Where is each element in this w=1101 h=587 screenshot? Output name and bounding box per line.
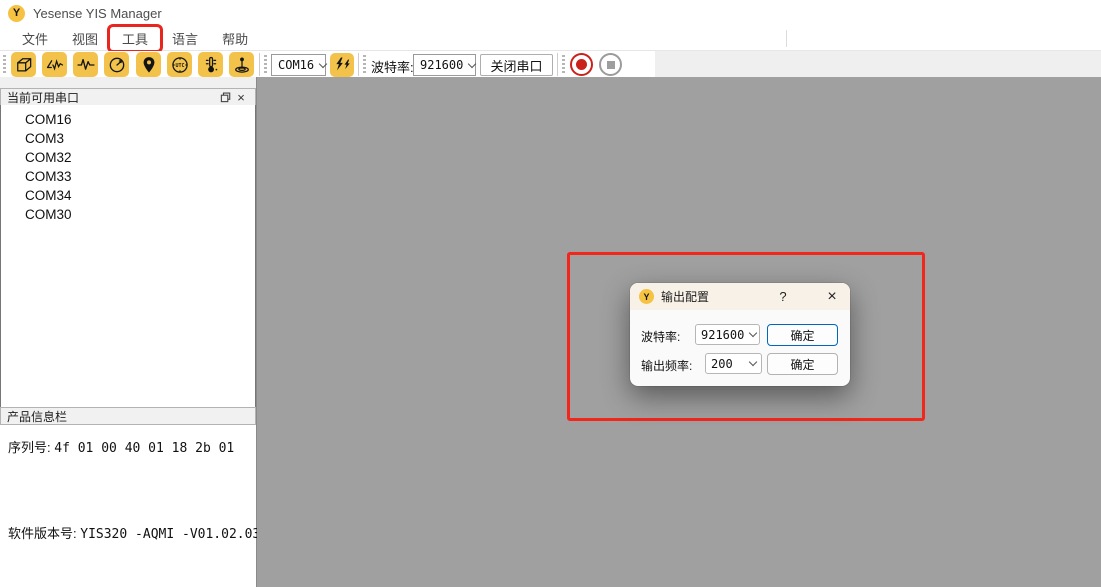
serial-number-label: 序列号: xyxy=(8,440,51,455)
toolbar-grip[interactable] xyxy=(562,55,565,74)
angle-waveform-button[interactable] xyxy=(42,52,67,77)
restore-icon xyxy=(220,92,231,103)
toolbar-grip[interactable] xyxy=(363,55,366,74)
toolbar: UTC xyxy=(0,51,1101,78)
menu-tools[interactable]: 工具 xyxy=(110,27,160,50)
port-list-item[interactable]: COM30 xyxy=(1,205,255,224)
view-3d-cube-button[interactable] xyxy=(11,52,36,77)
dialog-baud-value: 921600 xyxy=(701,328,744,342)
software-version-line: 软件版本号: YIS320 -AQMI -V01.02.03; xyxy=(8,523,268,542)
app-window: Y Yesense YIS Manager 文件 视图 工具 语言 帮助 xyxy=(0,0,1101,587)
cube-3d-icon xyxy=(14,55,34,75)
window-title: Yesense YIS Manager xyxy=(33,6,162,21)
baud-rate-select[interactable]: 921600 xyxy=(413,54,476,76)
menu-view[interactable]: 视图 xyxy=(60,27,110,50)
dialog-logo-icon: Y xyxy=(639,289,654,304)
port-list-item[interactable]: COM32 xyxy=(1,148,255,167)
svg-text:UTC: UTC xyxy=(175,62,184,68)
stop-icon xyxy=(607,61,615,69)
dialog-title: 输出配置 xyxy=(661,288,768,305)
software-version-value: YIS320 -AQMI -V01.02.03; xyxy=(80,527,268,542)
close-panel-icon[interactable]: × xyxy=(233,90,249,104)
menubar-separator xyxy=(786,30,787,47)
dialog-close-button[interactable]: × xyxy=(824,289,840,305)
toolbar-separator xyxy=(358,53,359,76)
serial-number-line: 序列号: 4f 01 00 40 01 18 2b 01 xyxy=(8,437,234,456)
stop-button[interactable] xyxy=(599,53,622,76)
main-area: Y 输出配置 ? × 波特率: 921600 确定 输出频率: 200 确定 xyxy=(257,77,1101,587)
record-icon xyxy=(576,59,587,70)
ports-panel-header: 当前可用串口 × xyxy=(0,88,256,106)
baud-rate-label: 波特率: xyxy=(371,57,414,76)
baud-rate-value: 921600 xyxy=(420,58,463,72)
pin-base-icon xyxy=(232,55,252,75)
pulse-waveform-icon xyxy=(76,55,96,75)
chevron-down-icon xyxy=(749,329,757,337)
record-button[interactable] xyxy=(570,53,593,76)
close-serial-port-button[interactable]: 关闭串口 xyxy=(480,54,553,76)
port-select-value: COM16 xyxy=(278,58,314,72)
dialog-freq-value: 200 xyxy=(711,357,733,371)
pulse-waveform-button[interactable] xyxy=(73,52,98,77)
toolbar-separator xyxy=(259,53,260,76)
toolbar-separator xyxy=(557,53,558,76)
dialog-baud-select[interactable]: 921600 xyxy=(695,324,760,345)
ports-panel-title: 当前可用串口 xyxy=(7,89,79,106)
utc-clock-icon: UTC xyxy=(170,55,190,75)
menu-help[interactable]: 帮助 xyxy=(210,27,260,50)
port-list-item[interactable]: COM33 xyxy=(1,167,255,186)
left-dock: 当前可用串口 × COM16 COM3 COM32 COM33 COM34 CO… xyxy=(0,77,257,587)
serial-number-value: 4f 01 00 40 01 18 2b 01 xyxy=(54,441,234,456)
thermometer-button[interactable] xyxy=(198,52,223,77)
dialog-baud-ok-button[interactable]: 确定 xyxy=(767,324,838,346)
refresh-ports-button[interactable] xyxy=(330,53,354,77)
dialog-help-button[interactable]: ? xyxy=(775,289,791,304)
port-list-item[interactable]: COM3 xyxy=(1,129,255,148)
app-logo-icon: Y xyxy=(8,5,25,22)
dialog-freq-select[interactable]: 200 xyxy=(705,353,762,374)
gauge-icon xyxy=(107,55,127,75)
dialog-freq-label: 输出频率: xyxy=(641,357,692,374)
product-info-area: 序列号: 4f 01 00 40 01 18 2b 01 软件版本号: YIS3… xyxy=(0,425,256,587)
port-list-item[interactable]: COM16 xyxy=(1,110,255,129)
float-panel-icon[interactable] xyxy=(217,90,233,104)
toolbar-grip[interactable] xyxy=(3,55,6,74)
title-bar: Y Yesense YIS Manager xyxy=(0,0,1101,26)
dialog-freq-ok-button[interactable]: 确定 xyxy=(767,353,838,375)
angle-waveform-icon xyxy=(45,55,65,75)
menu-file[interactable]: 文件 xyxy=(10,27,60,50)
dialog-title-bar: Y 输出配置 ? × xyxy=(630,283,850,310)
port-list-item[interactable]: COM34 xyxy=(1,186,255,205)
info-panel-header: 产品信息栏 xyxy=(0,407,256,425)
thermometer-icon xyxy=(201,55,221,75)
location-button[interactable] xyxy=(136,52,161,77)
dialog-baud-label: 波特率: xyxy=(641,328,680,345)
info-panel-title: 产品信息栏 xyxy=(7,408,67,425)
port-select[interactable]: COM16 xyxy=(271,54,326,76)
chevron-down-icon xyxy=(468,59,476,67)
menu-bar: 文件 视图 工具 语言 帮助 xyxy=(0,26,1101,51)
toolbar-grip[interactable] xyxy=(264,55,267,74)
menu-language[interactable]: 语言 xyxy=(160,27,210,50)
refresh-icon xyxy=(332,55,352,75)
pin-base-button[interactable] xyxy=(229,52,254,77)
software-version-label: 软件版本号: xyxy=(8,526,77,541)
utc-clock-button[interactable]: UTC xyxy=(167,52,192,77)
chevron-down-icon xyxy=(749,358,757,366)
location-pin-icon xyxy=(139,55,159,75)
gauge-button[interactable] xyxy=(104,52,129,77)
output-config-dialog: Y 输出配置 ? × 波特率: 921600 确定 输出频率: 200 确定 xyxy=(630,283,850,386)
